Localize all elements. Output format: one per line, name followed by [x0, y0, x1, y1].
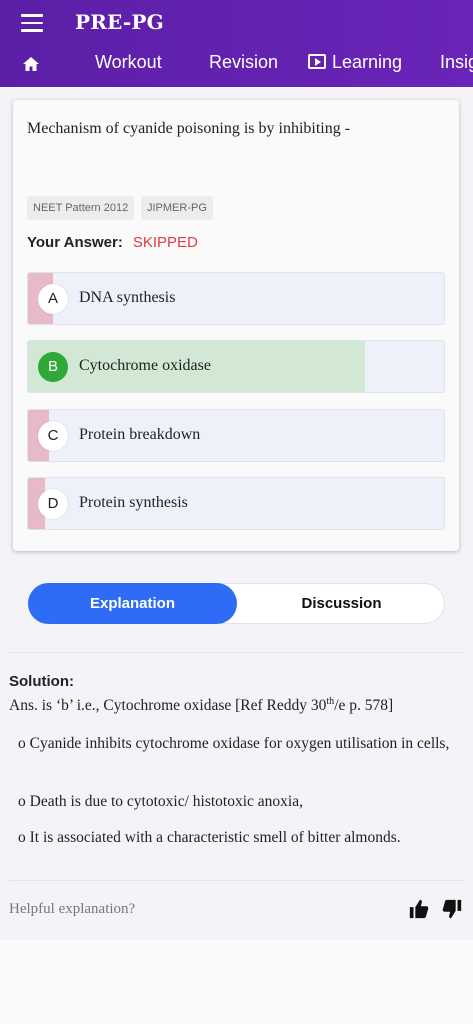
solution-answer-text: Ans. is ‘b’ i.e., Cytochrome oxidase [Re… [9, 697, 327, 715]
explanation-tab[interactable]: Explanation [28, 583, 237, 624]
option-b[interactable]: B Cytochrome oxidase [27, 340, 445, 393]
solution-bullet: o It is associated with a characteristic… [18, 829, 401, 846]
divider [9, 652, 464, 653]
option-c-text: Protein breakdown [79, 426, 201, 443]
menu-icon[interactable] [21, 14, 43, 32]
tag-jipmer: JIPMER-PG [141, 196, 213, 220]
option-c[interactable]: C Protein breakdown [27, 409, 445, 462]
solution-bullet: o Death is due to cytotoxic/ histotoxic … [18, 793, 303, 810]
bottom-area [0, 940, 473, 1024]
app-bar: PRE-PG Workout Revision Learning Insig [0, 0, 473, 87]
your-answer-label: Your Answer: [27, 234, 123, 251]
question-text: Mechanism of cyanide poisoning is by inh… [27, 120, 351, 137]
divider [9, 880, 464, 881]
tab-insights[interactable]: Insig [440, 52, 473, 73]
app-title: PRE-PG [75, 10, 164, 34]
your-answer-status: SKIPPED [132, 234, 198, 251]
your-answer-row: Your Answer: SKIPPED [27, 234, 198, 251]
option-b-letter: B [38, 352, 68, 382]
option-c-letter: C [38, 421, 68, 451]
option-b-text: Cytochrome oxidase [79, 357, 211, 374]
option-d-text: Protein synthesis [79, 494, 188, 511]
tab-learning[interactable]: Learning [308, 52, 402, 73]
helpful-prompt: Helpful explanation? [9, 901, 136, 917]
play-screen-icon [308, 54, 326, 69]
tab-revision[interactable]: Revision [209, 52, 278, 73]
solution-answer-suffix: /e p. 578] [334, 697, 394, 715]
tab-workout[interactable]: Workout [95, 52, 162, 73]
option-a[interactable]: A DNA synthesis [27, 272, 445, 325]
thumbs-up-icon[interactable] [408, 898, 430, 920]
option-a-letter: A [38, 284, 68, 314]
tab-learning-label: Learning [332, 52, 403, 72]
tag-neet: NEET Pattern 2012 [27, 196, 135, 220]
nav-tabs: Workout Revision Learning Insig [0, 48, 473, 80]
option-d[interactable]: D Protein synthesis [27, 477, 445, 530]
thumbs-down-icon[interactable] [441, 898, 463, 920]
option-a-text: DNA synthesis [79, 289, 176, 306]
solution-answer: Ans. is ‘b’ i.e., Cytochrome oxidase [Re… [9, 696, 464, 715]
solution-title: Solution: [9, 673, 74, 690]
solution-bullet: o Cyanide inhibits cytochrome oxidase fo… [18, 735, 450, 752]
question-card: Mechanism of cyanide poisoning is by inh… [13, 100, 459, 551]
discussion-tab[interactable]: Discussion [237, 583, 446, 624]
explanation-discussion-toggle: Explanation Discussion [28, 583, 445, 624]
option-d-letter: D [38, 489, 68, 519]
